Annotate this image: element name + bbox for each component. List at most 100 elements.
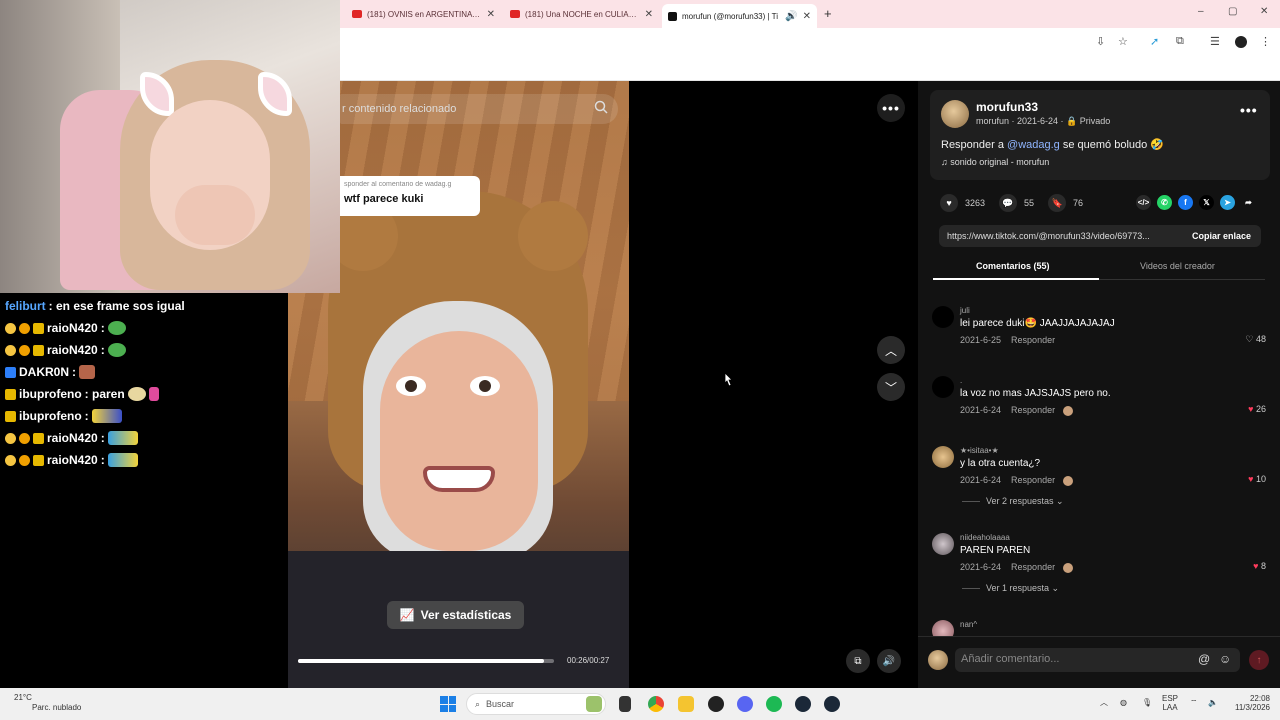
comment-meta: 2021-6-24 Responder: [960, 475, 1074, 486]
close-tab-icon[interactable]: ✕: [487, 9, 495, 20]
mini-player-button[interactable]: ⧉: [846, 649, 870, 673]
video-progress-bar[interactable]: [298, 659, 554, 663]
clock[interactable]: 22:08 11/3/2026: [1222, 694, 1270, 712]
post-username[interactable]: morufun33: [976, 100, 1038, 114]
facebook-icon[interactable]: f: [1178, 195, 1193, 210]
star-icon[interactable]: ☆: [1118, 35, 1128, 48]
volume-button[interactable]: 🔊: [877, 649, 901, 673]
comment-like[interactable]: ♥ 8: [1253, 561, 1266, 571]
avatar[interactable]: [941, 100, 969, 128]
weather-widget[interactable]: 21°C Parc. nublado: [14, 693, 81, 713]
steam-icon[interactable]: [824, 696, 840, 712]
chat-message: raioN420 :: [0, 317, 288, 339]
view-stats-button[interactable]: 📈 Ver estadísticas: [387, 601, 524, 629]
tray-chevron-icon[interactable]: ︿: [1100, 698, 1108, 707]
new-tab-button[interactable]: +: [824, 6, 832, 21]
avatar[interactable]: [932, 620, 954, 636]
view-replies-button[interactable]: Ver 1 respuesta ⌄: [962, 583, 1059, 594]
search-icon[interactable]: [594, 100, 608, 114]
tab-comments[interactable]: Comentarios (55): [976, 261, 1050, 271]
wifi-icon[interactable]: ⌔: [1190, 698, 1198, 707]
search-input[interactable]: r contenido relacionado: [342, 103, 456, 115]
puzzle-icon[interactable]: ⧉: [1176, 35, 1184, 48]
comment-icon[interactable]: 💬: [999, 194, 1018, 212]
share-url[interactable]: https://www.tiktok.com/@morufun33/video/…: [947, 231, 1172, 241]
taskbar-search[interactable]: ⌕ Buscar: [466, 693, 606, 715]
badge-icon: [5, 410, 16, 422]
clock-date: 11/3/2026: [1235, 703, 1270, 712]
copy-link-button[interactable]: Copiar enlace: [1192, 231, 1251, 241]
weather-temp: 21°C: [14, 693, 32, 702]
comment-user[interactable]: ★•isitaa•★: [960, 446, 999, 455]
volume-icon[interactable]: 🔈: [1208, 698, 1218, 707]
post-description: Responder a @wadag.g se quemó boludo 🤣: [941, 139, 1165, 151]
post-more-button[interactable]: •••: [1240, 102, 1258, 118]
app-icon[interactable]: [708, 696, 724, 712]
comment-like[interactable]: ♥ 26: [1248, 404, 1266, 414]
post-sound[interactable]: ♫ sonido original - morufun: [941, 157, 1049, 167]
mention-icon[interactable]: @: [1198, 652, 1210, 666]
comment-text: lei parece duki🤩 JAAJJAJAJAJAJ: [960, 318, 1115, 329]
speaker-icon[interactable]: 🔊: [785, 11, 797, 22]
avatar[interactable]: [932, 376, 954, 398]
avatar[interactable]: [932, 446, 954, 468]
emote-icon: [107, 453, 138, 467]
avatar[interactable]: [932, 533, 954, 555]
close-tab-icon[interactable]: ✕: [645, 9, 653, 20]
previous-video-button[interactable]: ︿: [877, 336, 905, 364]
folder-icon[interactable]: [678, 696, 694, 712]
network-icon[interactable]: ◍: [1120, 698, 1127, 707]
language-indicator[interactable]: ESP LAA: [1162, 694, 1178, 712]
windows-start-icon[interactable]: [440, 696, 456, 712]
video-progress-fill: [298, 659, 544, 663]
more-options-button[interactable]: •••: [877, 94, 905, 122]
post-comment-button[interactable]: ↑: [1249, 650, 1269, 670]
next-video-button[interactable]: ﹀: [877, 373, 905, 401]
reply-button[interactable]: Responder: [1011, 405, 1055, 415]
media-icon[interactable]: ☰: [1210, 35, 1220, 48]
share-icon[interactable]: ➦: [1241, 195, 1256, 210]
tab-creator-videos[interactable]: Videos del creador: [1140, 261, 1215, 271]
comment-count: 55: [1024, 198, 1035, 208]
comment-like[interactable]: ♡ 48: [1245, 334, 1266, 345]
tab-ovnis[interactable]: (181) OVNIS en ARGENTINA - Y ✕: [346, 4, 501, 24]
close-tab-icon[interactable]: ✕: [803, 11, 811, 22]
mic-icon[interactable]: 🎙: [1142, 698, 1152, 707]
bookmark-icon[interactable]: 🔖: [1048, 194, 1067, 212]
reply-button[interactable]: Responder: [1011, 562, 1055, 572]
emoji-icon[interactable]: ☺: [1219, 652, 1231, 666]
comment-user[interactable]: nan^: [960, 620, 977, 629]
search-bar[interactable]: r contenido relacionado: [340, 94, 618, 124]
discord-icon[interactable]: [737, 696, 753, 712]
badge-icon: [19, 454, 30, 466]
telegram-icon[interactable]: ➤: [1220, 195, 1235, 210]
minimize-button[interactable]: –: [1198, 6, 1204, 17]
tab-culiacan[interactable]: (181) Una NOCHE en CULIACAN ✕: [504, 4, 659, 24]
comment-user[interactable]: juli: [960, 306, 970, 315]
app-icon[interactable]: [586, 696, 602, 712]
reply-button[interactable]: Responder: [1011, 335, 1055, 345]
embed-icon[interactable]: </>: [1136, 195, 1151, 210]
spotify-icon[interactable]: [766, 696, 782, 712]
profile-icon[interactable]: [1235, 36, 1247, 48]
reply-button[interactable]: Responder: [1011, 475, 1055, 485]
badge-icon: [19, 322, 30, 334]
maximize-button[interactable]: ▢: [1228, 6, 1237, 17]
avatar[interactable]: [932, 306, 954, 328]
extension-icon[interactable]: ➚: [1150, 35, 1159, 48]
close-window-button[interactable]: ✕: [1260, 6, 1268, 17]
x-icon[interactable]: 𝕏: [1199, 195, 1214, 210]
view-replies-button[interactable]: Ver 2 respuestas ⌄: [962, 496, 1064, 507]
mention-link[interactable]: @wadag.g: [1007, 139, 1060, 151]
whatsapp-icon[interactable]: ✆: [1157, 195, 1172, 210]
comment-user[interactable]: .: [960, 376, 962, 385]
comment-user[interactable]: niideaholaaaa: [960, 533, 1010, 542]
menu-icon[interactable]: ⋮: [1260, 35, 1271, 48]
chrome-icon[interactable]: [648, 696, 664, 712]
steam-icon[interactable]: [795, 696, 811, 712]
comment-like[interactable]: ♥ 10: [1248, 474, 1266, 484]
heart-icon[interactable]: ♥: [940, 194, 958, 212]
install-icon[interactable]: ⇩: [1096, 35, 1105, 48]
tab-morufun[interactable]: morufun (@morufun33) | Ti 🔊 ✕: [662, 4, 817, 28]
app-icon[interactable]: [619, 696, 631, 712]
